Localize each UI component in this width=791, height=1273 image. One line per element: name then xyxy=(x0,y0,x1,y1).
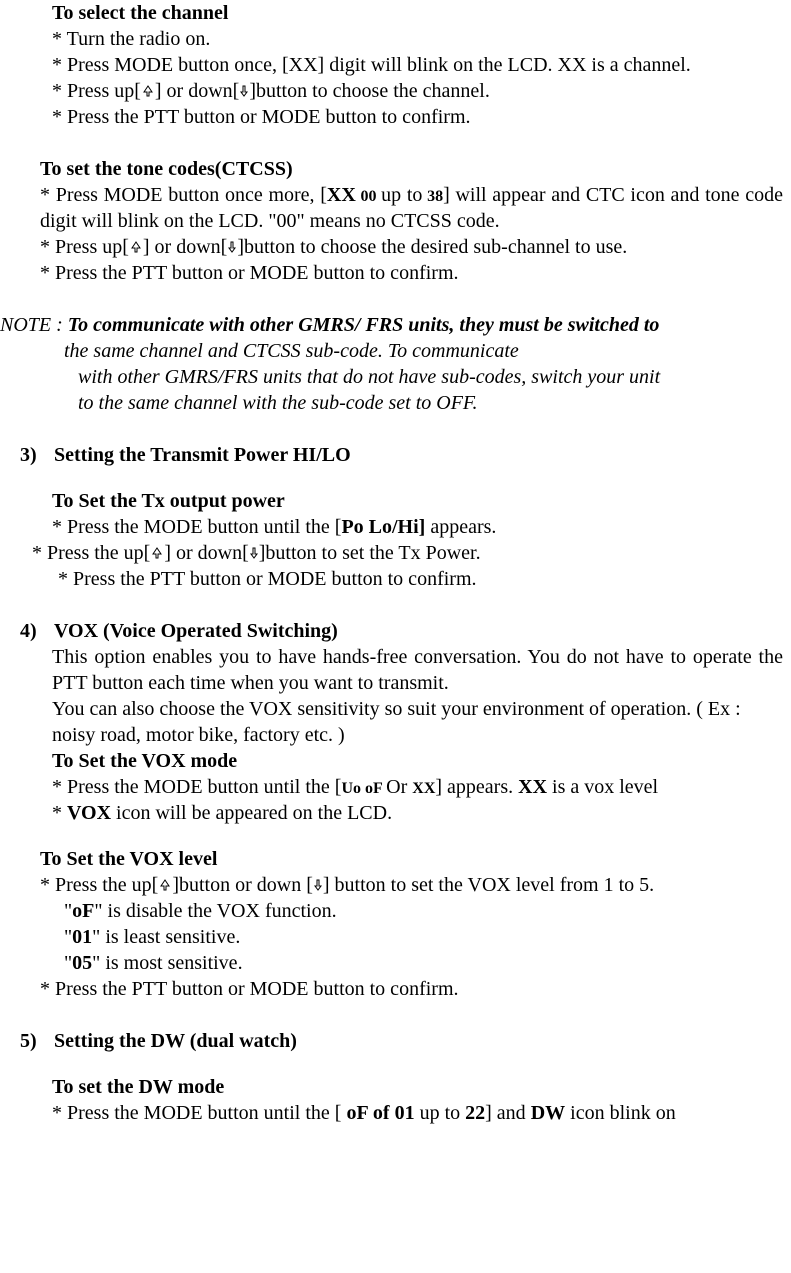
note-line: NOTE : To communicate with other GMRS/ F… xyxy=(0,312,783,338)
section-title: Setting the DW (dual watch) xyxy=(54,1028,297,1054)
text-bold: Po Lo/Hi] xyxy=(341,516,425,538)
text-line: * Press the PTT button or MODE button to… xyxy=(40,976,783,1002)
text: " xyxy=(64,926,72,948)
text: icon will be appeared on the LCD. xyxy=(111,802,392,824)
text: ] button to set the VOX level from 1 to … xyxy=(323,874,654,896)
subheading: To Set the VOX mode xyxy=(52,748,783,774)
text: Or xyxy=(386,776,412,798)
text: * Press the up[ xyxy=(32,542,150,564)
text: up to xyxy=(381,184,422,206)
subheading: To set the DW mode xyxy=(52,1074,783,1100)
section-3-title: 3) Setting the Transmit Power HI/LO xyxy=(0,442,783,468)
text: * Press MODE button once more, [ xyxy=(40,184,327,206)
section-title: Setting the Transmit Power HI/LO xyxy=(54,442,351,468)
text: icon blink on xyxy=(565,1102,676,1124)
section-number: 4) xyxy=(20,618,54,644)
down-icon xyxy=(239,84,249,98)
section-5-title: 5) Setting the DW (dual watch) xyxy=(0,1028,783,1054)
text-bold: 22 xyxy=(465,1102,485,1124)
note-line: to the same channel with the sub-code se… xyxy=(78,390,783,416)
text-line: * VOX icon will be appeared on the LCD. xyxy=(52,800,783,826)
text-line: * Press up[ ] or down[ ]button to choose t… xyxy=(40,234,783,260)
text: ] or down[ xyxy=(164,542,248,564)
text: * Press the MODE button until the [ xyxy=(52,1102,346,1124)
section-title: VOX (Voice Operated Switching) xyxy=(54,618,338,644)
text-bold: XX xyxy=(518,776,547,798)
text-line: "oF" is disable the VOX function. xyxy=(64,898,783,924)
text: ] appears. xyxy=(435,776,518,798)
section-4-title: 4) VOX (Voice Operated Switching) xyxy=(0,618,783,644)
subheading: To Set the VOX level xyxy=(40,846,783,872)
text: ]button to choose the channel. xyxy=(249,80,490,102)
text: * Press the up[ xyxy=(40,874,158,896)
text-bold: Uo oF xyxy=(341,780,386,797)
ctcss-title: To set the tone codes(CTCSS) xyxy=(40,156,783,182)
text: ] or down[ xyxy=(143,236,227,258)
text-line: * Press up[ ] or down[ ]button to choose t… xyxy=(52,78,783,104)
down-icon xyxy=(249,546,259,560)
text-line: * Press the PTT button or MODE button to… xyxy=(58,566,783,592)
text-line: * Press the PTT button or MODE button to… xyxy=(40,260,783,286)
section-number: 5) xyxy=(20,1028,54,1054)
text-line: * Press the MODE button until the [ oF o… xyxy=(52,1100,783,1126)
text-bold: oF xyxy=(72,900,94,922)
text: ] and xyxy=(485,1102,531,1124)
text: 00 xyxy=(356,188,381,205)
down-icon xyxy=(227,240,237,254)
text: * Press the MODE button until the [ xyxy=(52,516,341,538)
text-paragraph: You can also choose the VOX sensitivity … xyxy=(52,696,783,748)
text-line: * Turn the radio on. xyxy=(52,26,783,52)
text: " xyxy=(64,900,72,922)
text-bold: XX xyxy=(327,184,356,206)
text-line: * Press the MODE button until the [Po Lo… xyxy=(52,514,783,540)
text-line: * Press the up[ ]button or down [ ] button… xyxy=(40,872,783,898)
text: ]button or down [ xyxy=(172,874,313,896)
text-bold: 38 xyxy=(422,188,443,205)
text-bold: DW xyxy=(531,1102,565,1124)
text-bold: 05 xyxy=(72,952,92,974)
text: * Press up[ xyxy=(40,236,129,258)
text-bold: XX xyxy=(412,780,435,797)
down-icon xyxy=(313,878,323,892)
text: * Press up[ xyxy=(52,80,141,102)
subheading: To Set the Tx output power xyxy=(52,488,783,514)
text-line: * Press the PTT button or MODE button to… xyxy=(52,104,783,130)
text-paragraph: This option enables you to have hands-fr… xyxy=(52,644,783,696)
text: ]button to choose the desired sub-channe… xyxy=(237,236,627,258)
up-icon xyxy=(141,84,155,98)
text: " is least sensitive. xyxy=(92,926,240,948)
text: " is disable the VOX function. xyxy=(94,900,336,922)
text-bold: oF of 01 xyxy=(346,1102,419,1124)
section-number: 3) xyxy=(20,442,54,468)
text: " is most sensitive. xyxy=(92,952,242,974)
text: * Press the MODE button until the [ xyxy=(52,776,341,798)
text: up to xyxy=(420,1102,466,1124)
text-line: "05" is most sensitive. xyxy=(64,950,783,976)
text: ]button to set the Tx Power. xyxy=(259,542,481,564)
text-bold: VOX xyxy=(67,802,111,824)
select-channel-title: To select the channel xyxy=(52,0,783,26)
text: ] or down[ xyxy=(155,80,239,102)
note-label: NOTE : xyxy=(0,314,68,336)
text-line: * Press MODE button once, [XX] digit wil… xyxy=(52,52,783,78)
note-line: with other GMRS/FRS units that do not ha… xyxy=(78,364,783,390)
up-icon xyxy=(158,878,172,892)
text: is a vox level xyxy=(547,776,658,798)
text: appears. xyxy=(425,516,496,538)
text-line: "01" is least sensitive. xyxy=(64,924,783,950)
text: * xyxy=(52,802,67,824)
note-text: To communicate with other GMRS/ FRS unit… xyxy=(68,314,660,336)
up-icon xyxy=(150,546,164,560)
text-line: * Press MODE button once more, [XX 00 up… xyxy=(40,182,783,234)
up-icon xyxy=(129,240,143,254)
text: " xyxy=(64,952,72,974)
note-line: the same channel and CTCSS sub-code. To … xyxy=(64,338,783,364)
text-line: * Press the up[ ] or down[ ]button to set … xyxy=(32,540,783,566)
text-bold: 01 xyxy=(72,926,92,948)
text-line: * Press the MODE button until the [Uo oF… xyxy=(52,774,783,800)
